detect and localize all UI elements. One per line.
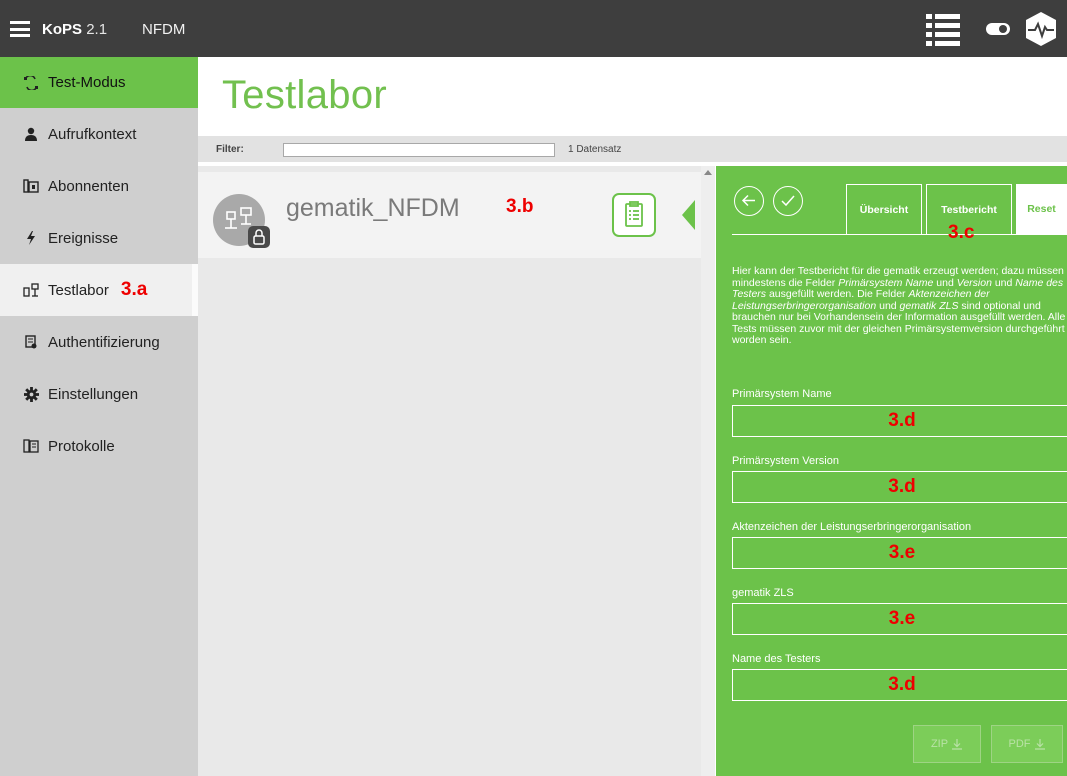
confirm-button[interactable] xyxy=(773,186,803,216)
test-mode-icon xyxy=(22,75,40,90)
menu-icon[interactable] xyxy=(10,21,30,37)
download-icon xyxy=(952,739,963,750)
sidebar-item-aufrufkontext[interactable]: Aufrufkontext xyxy=(0,108,198,160)
page-title: Testlabor xyxy=(222,73,388,117)
filter-bar: Filter: 1 Datensatz xyxy=(198,136,1067,162)
sidebar-item-label: Abonnenten xyxy=(48,177,129,195)
annotation-3d: 3.d xyxy=(888,476,916,497)
log-icon xyxy=(22,439,40,453)
sidebar-item-protokolle[interactable]: Protokolle xyxy=(0,420,198,472)
gematik-zls-label: gematik ZLS xyxy=(732,587,794,599)
tabs-divider xyxy=(732,234,1067,235)
heartbeat-logo-icon[interactable] xyxy=(1024,12,1058,46)
tester-name-label: Name des Testers xyxy=(732,653,821,665)
sidebar-item-authentifizierung[interactable]: Authentifizierung xyxy=(0,316,198,368)
annotation-3d: 3.d xyxy=(888,674,916,695)
annotation-3a: 3.a xyxy=(120,279,148,300)
app-brand: KoPS 2.1 xyxy=(42,21,107,38)
pdf-download-button[interactable]: PDF xyxy=(991,725,1063,763)
toggle-icon[interactable] xyxy=(986,23,1010,35)
certificate-icon xyxy=(22,335,40,349)
lab-icon xyxy=(22,283,40,297)
filter-label: Filter: xyxy=(216,144,244,155)
brand-name: KoPS xyxy=(42,21,83,38)
user-icon xyxy=(22,127,40,141)
scrollbar[interactable] xyxy=(701,166,715,776)
arrow-left-icon xyxy=(741,194,755,207)
download-icon xyxy=(1034,739,1045,750)
scroll-up-arrow-icon[interactable] xyxy=(704,170,712,175)
sidebar-item-einstellungen[interactable]: Einstellungen xyxy=(0,368,198,420)
sidebar-item-ereignisse[interactable]: Ereignisse xyxy=(0,212,198,264)
sidebar-item-label: Protokolle xyxy=(48,437,115,455)
record-count: 1 Datensatz xyxy=(568,144,622,155)
module-name: NFDM xyxy=(142,21,186,38)
sidebar-item-abonnenten[interactable]: Abonnenten xyxy=(0,160,198,212)
sidebar-item-label: Ereignisse xyxy=(48,229,119,247)
report-button[interactable] xyxy=(612,193,656,237)
record-name: gematik_NFDM xyxy=(286,194,460,222)
list-view-icon[interactable] xyxy=(926,14,960,46)
lightning-icon xyxy=(22,231,40,245)
sidebar-item-label: Authentifizierung xyxy=(48,333,160,351)
gematik-zls-input[interactable]: 3.e xyxy=(732,603,1067,635)
subscribers-icon xyxy=(22,179,40,193)
primaersystem-version-input[interactable]: 3.d xyxy=(732,471,1067,503)
sidebar-item-testlabor[interactable]: Testlabor 3.a xyxy=(0,264,198,316)
primaersystem-version-label: Primärsystem Version xyxy=(732,455,839,467)
test-report-panel: Übersicht Testbericht Reset 3.c Hier kan… xyxy=(716,166,1067,776)
tester-name-input[interactable]: 3.d xyxy=(732,669,1067,701)
lock-icon xyxy=(248,226,270,248)
top-bar: KoPS 2.1 NFDM xyxy=(0,0,1067,57)
pdf-label: PDF xyxy=(1008,738,1031,750)
annotation-3c: 3.c xyxy=(948,222,975,243)
record-list: gematik_NFDM 3.b xyxy=(198,166,701,776)
annotation-3e: 3.e xyxy=(888,542,916,563)
tab-reset[interactable]: Reset xyxy=(1016,184,1067,234)
brand-version: 2.1 xyxy=(86,21,108,38)
selection-pointer xyxy=(682,200,695,230)
filter-input[interactable] xyxy=(283,143,555,157)
list-item[interactable]: gematik_NFDM 3.b xyxy=(198,172,701,258)
sidebar-item-test-modus[interactable]: Test-Modus xyxy=(0,57,198,108)
zip-label: ZIP xyxy=(930,738,949,750)
annotation-3b: 3.b xyxy=(506,196,534,217)
sidebar-item-label: Aufrufkontext xyxy=(48,125,137,143)
checkmark-icon xyxy=(781,195,795,207)
annotation-3e: 3.e xyxy=(888,608,916,629)
aktenzeichen-input[interactable]: 3.e xyxy=(732,537,1067,569)
tab-uebersicht[interactable]: Übersicht xyxy=(846,184,922,234)
annotation-3d: 3.d xyxy=(888,410,916,431)
primaersystem-name-label: Primärsystem Name xyxy=(732,388,832,400)
sidebar-item-label: Test-Modus xyxy=(48,74,126,91)
zip-download-button[interactable]: ZIP xyxy=(913,725,981,763)
sidebar: Test-Modus Aufrufkontext Abonnenten Erei… xyxy=(0,57,198,776)
primaersystem-name-input[interactable]: 3.d xyxy=(732,405,1067,437)
report-description: Hier kann der Testbericht für die gemati… xyxy=(732,265,1066,346)
back-button[interactable] xyxy=(734,186,764,216)
gear-icon xyxy=(22,386,40,402)
aktenzeichen-label: Aktenzeichen der Leistungserbringerorgan… xyxy=(732,521,972,533)
sidebar-item-label: Einstellungen xyxy=(48,385,139,403)
sidebar-item-label: Testlabor xyxy=(48,281,109,299)
clipboard-icon xyxy=(625,201,643,227)
